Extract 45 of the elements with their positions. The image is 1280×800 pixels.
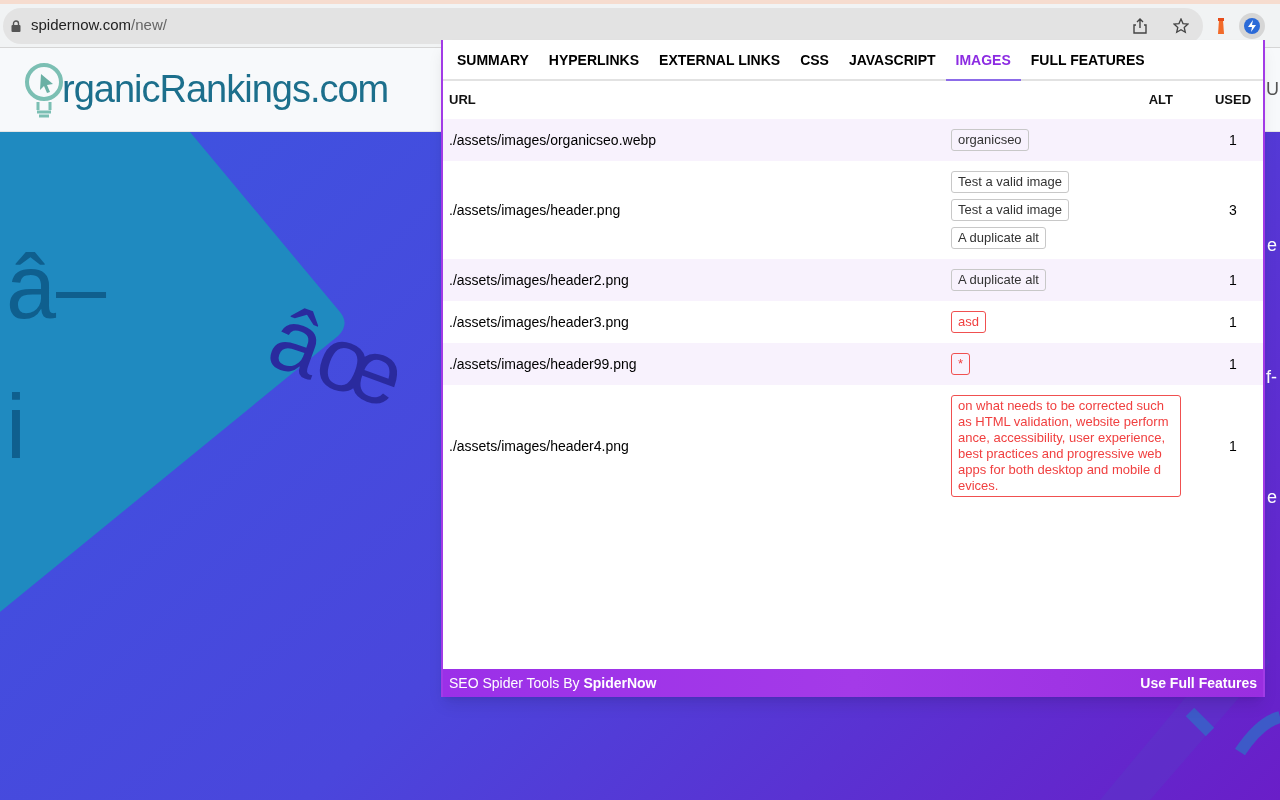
tab[interactable]: HYPERLINKS <box>538 42 650 81</box>
tab[interactable]: JAVASCRIPT <box>838 42 946 81</box>
table-cell-text: 1 <box>1228 270 1238 290</box>
alt-tag: Test a valid image <box>951 199 1070 221</box>
tab[interactable]: FULL FEATURES <box>1020 42 1155 81</box>
alt-tag: on what needs to be corrected such as HTML validation, website perform ance, accessibility, user experience, best practices and progressive web apps for both desktop and mobile d evices. <box>951 395 1181 497</box>
page-text-fragment: e <box>1267 236 1277 254</box>
bulb-logo-icon <box>24 61 64 118</box>
background-glyph: âœ <box>258 291 417 423</box>
extension-icon[interactable] <box>1239 12 1265 39</box>
table-cell-text: ./assets/images/header99.png <box>448 354 638 374</box>
tab[interactable]: IMAGES <box>945 42 1021 81</box>
table-cell-text: ./assets/images/header.png <box>448 200 622 220</box>
column-header: ALT <box>1147 91 1174 110</box>
table-cell-text: 1 <box>1228 312 1238 332</box>
table-cell-text: ./assets/images/header2.png <box>448 270 630 290</box>
tab[interactable]: EXTERNAL LINKS <box>649 42 791 81</box>
alt-tag: Test a valid image <box>951 171 1070 193</box>
alt-tag: * <box>951 353 971 375</box>
table-cell-text: 1 <box>1228 436 1238 456</box>
page-text-fragment: U <box>1266 80 1279 98</box>
table-cell-text: ./assets/images/organicseo.webp <box>448 130 657 150</box>
address-bar[interactable]: spidernow.com/new/ <box>3 7 1203 44</box>
table-cell-text: 1 <box>1228 354 1238 374</box>
page-text-fragment: f- <box>1266 368 1277 386</box>
alt-tag: A duplicate alt <box>951 269 1046 291</box>
footer-credit: SEO Spider Tools By SpiderNow <box>449 673 657 693</box>
table-cell-text: ./assets/images/header4.png <box>448 436 630 456</box>
column-header: USED <box>1213 91 1253 110</box>
alt-tag: organicseo <box>951 129 1029 151</box>
logo-text: rganicRankings.com <box>62 67 389 112</box>
url-text: spidernow.com/new/ <box>31 15 167 36</box>
full-features-link[interactable]: Use Full Features <box>1140 672 1257 694</box>
table-cell-text: 1 <box>1228 130 1238 150</box>
share-icon[interactable] <box>1133 17 1147 34</box>
lock-icon <box>11 19 21 32</box>
column-header: URL <box>448 91 477 110</box>
tab[interactable]: SUMMARY <box>447 42 539 81</box>
star-icon[interactable] <box>1173 17 1189 34</box>
table-cell-text: 3 <box>1228 200 1238 220</box>
alt-tag: asd <box>951 311 986 333</box>
tab[interactable]: CSS <box>790 42 839 81</box>
alt-tag: A duplicate alt <box>951 227 1046 249</box>
table-cell-text: ./assets/images/header3.png <box>448 312 630 332</box>
page-text-fragment: e <box>1267 488 1277 506</box>
